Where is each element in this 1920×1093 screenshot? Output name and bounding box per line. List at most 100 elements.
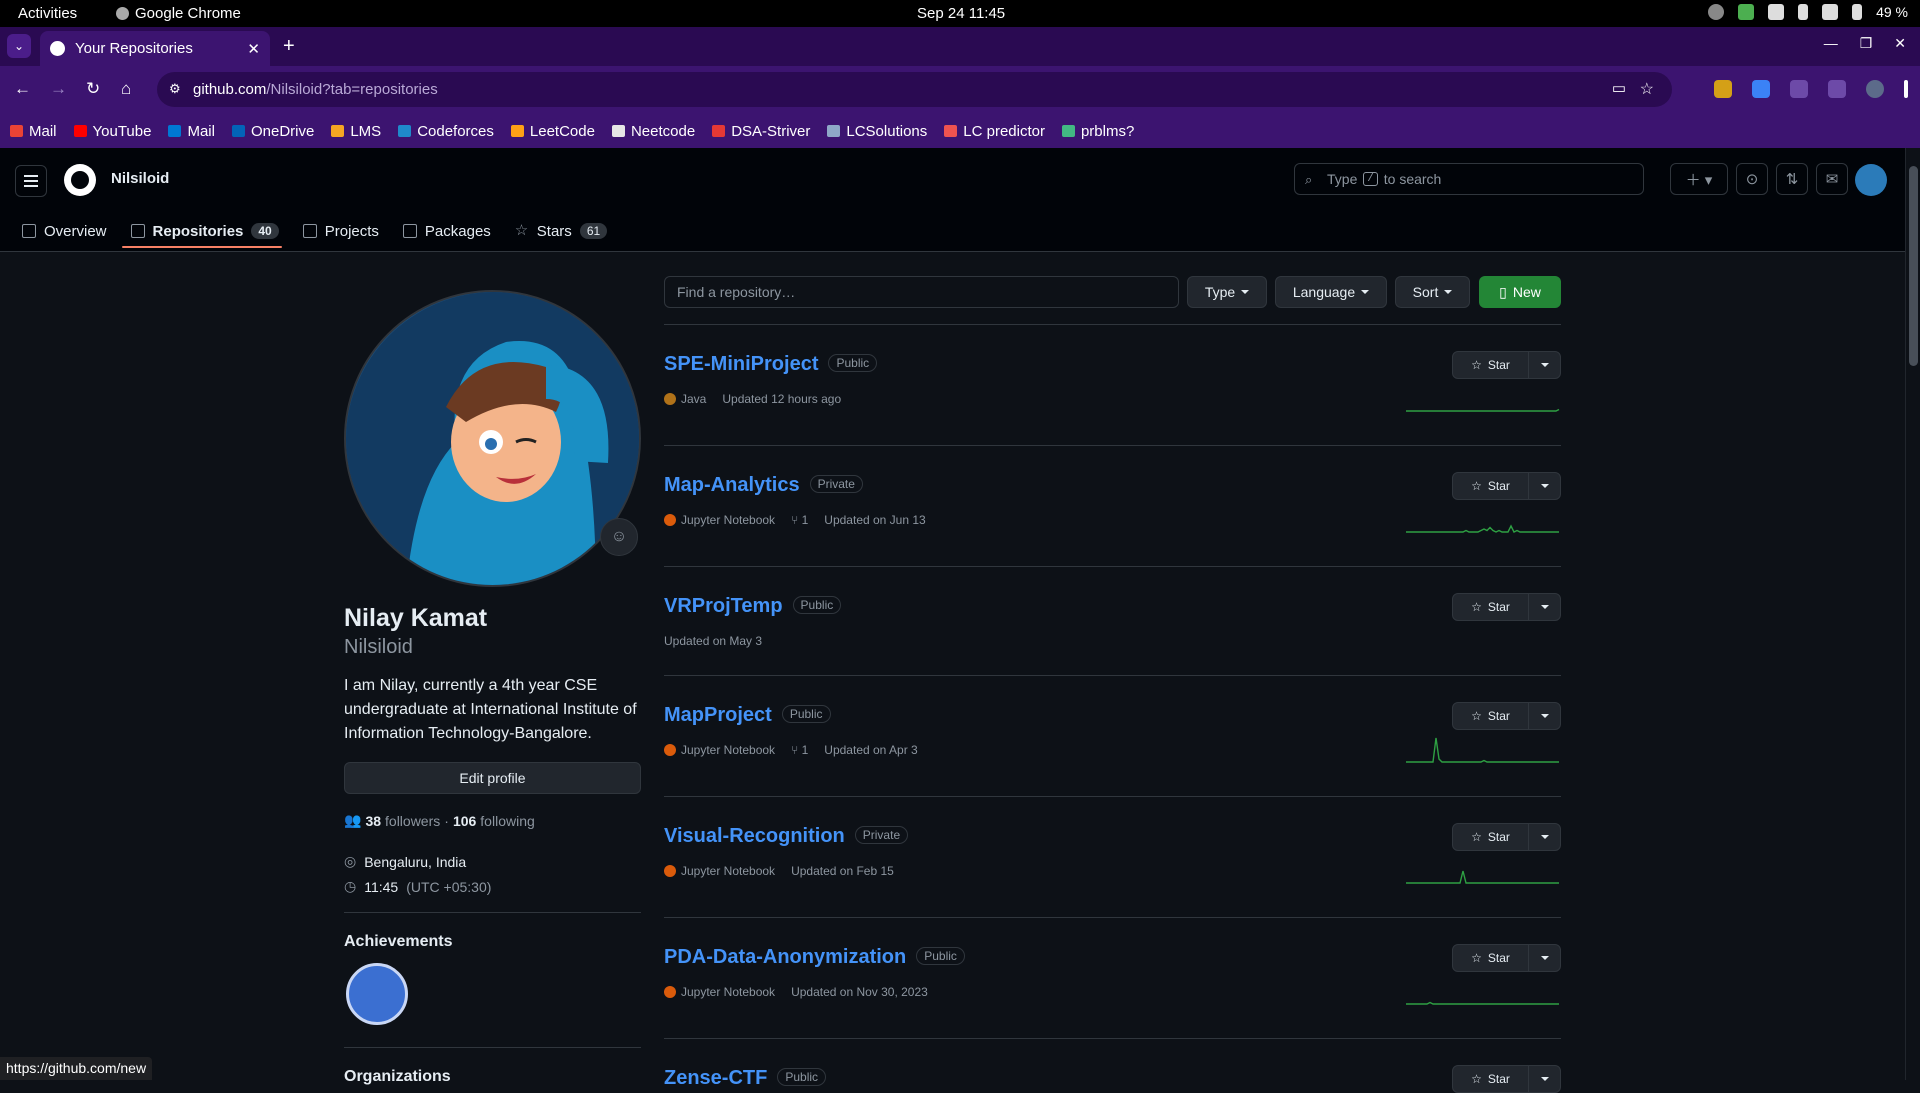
star-button[interactable]: ☆ Star [1453, 1066, 1529, 1092]
tab-search-button[interactable]: ⌄ [7, 34, 31, 58]
find-repository-input[interactable]: Find a repository… [664, 276, 1179, 308]
star-list-dropdown[interactable] [1529, 824, 1560, 850]
new-tab-button[interactable]: + [283, 35, 295, 58]
star-button[interactable]: ☆ Star [1453, 594, 1529, 620]
bookmark-item[interactable]: LC predictor [944, 123, 1045, 140]
updated-time: Updated 12 hours ago [722, 392, 842, 406]
forward-icon[interactable]: → [50, 79, 67, 99]
star-list-dropdown[interactable] [1529, 945, 1560, 971]
repo-name-link[interactable]: Map-Analytics [664, 474, 800, 496]
issues-button[interactable]: ⊙ [1736, 163, 1768, 195]
scrollbar-thumb[interactable] [1909, 166, 1918, 366]
profile-avatar[interactable] [344, 290, 641, 587]
reload-icon[interactable]: ↻ [86, 79, 100, 99]
close-tab-icon[interactable]: ✕ [247, 40, 260, 58]
github-logo-icon[interactable] [64, 164, 96, 196]
tab-overview[interactable]: Overview [22, 218, 123, 244]
bookmark-item[interactable]: Neetcode [611, 123, 695, 140]
star-list-dropdown[interactable] [1529, 473, 1560, 499]
puzzle-icon[interactable] [1790, 80, 1808, 98]
bookmark-favicon-icon [73, 125, 87, 137]
followers-label[interactable]: followers [385, 813, 440, 829]
star-button[interactable]: ☆ Star [1453, 473, 1529, 499]
tab-projects[interactable]: Projects [302, 218, 395, 244]
extension-icon[interactable] [1752, 80, 1770, 98]
minimize-icon[interactable]: — [1824, 35, 1838, 52]
repo-name-link[interactable]: VRProjTemp [664, 595, 783, 617]
create-new-button[interactable]: ＋ ▾ [1670, 163, 1728, 195]
achievement-badge[interactable] [346, 963, 408, 1025]
back-icon[interactable]: ← [14, 79, 31, 99]
star-list-dropdown[interactable] [1529, 352, 1560, 378]
sort-button[interactable]: Sort [1395, 276, 1470, 308]
active-app[interactable]: Google Chrome [116, 5, 241, 22]
install-app-icon[interactable]: ▭ [1612, 79, 1626, 97]
bookmark-favicon-icon [10, 125, 23, 137]
language-filter-button[interactable]: Language [1275, 276, 1387, 308]
forks-link[interactable]: ⑂ 1 [791, 743, 808, 757]
tab-repositories[interactable]: Repositories 40 [130, 218, 295, 244]
repo-meta: Jupyter Notebook ⑂ 1 Updated on Jun 13 [664, 513, 926, 527]
extension-icon[interactable] [1714, 80, 1732, 98]
star-button[interactable]: ☆ Star [1453, 352, 1529, 378]
star-button[interactable]: ☆ Star [1453, 945, 1529, 971]
download-icon[interactable] [1828, 80, 1846, 98]
star-list-dropdown[interactable] [1529, 594, 1560, 620]
activities-button[interactable]: Activities [18, 5, 77, 22]
followers-count[interactable]: 38 [365, 813, 381, 829]
tab-packages[interactable]: Packages [402, 218, 507, 244]
kebab-menu-icon[interactable] [1904, 80, 1908, 98]
bookmark-star-icon[interactable]: ☆ [1640, 79, 1654, 99]
following-count[interactable]: 106 [453, 813, 476, 829]
bookmark-item[interactable]: YouTube [73, 123, 151, 140]
bookmark-item[interactable]: LCSolutions [827, 123, 927, 140]
bookmark-item[interactable]: LeetCode [510, 123, 595, 140]
page-scrollbar[interactable] [1905, 148, 1920, 1080]
tab-stars[interactable]: ☆ Stars 61 [515, 218, 623, 244]
edit-profile-button[interactable]: Edit profile [344, 762, 641, 794]
pull-requests-button[interactable]: ⇅ [1776, 163, 1808, 195]
home-icon[interactable]: ⌂ [121, 79, 131, 99]
repo-name-link[interactable]: Visual-Recognition [664, 825, 845, 847]
bookmark-item[interactable]: prblms? [1061, 123, 1134, 140]
close-window-icon[interactable]: ✕ [1894, 35, 1906, 52]
new-repository-button[interactable]: ▯ New [1479, 276, 1561, 308]
search-input[interactable]: ⌕ Type / to search [1294, 163, 1644, 195]
clock[interactable]: Sep 24 11:45 [917, 5, 1005, 22]
notifications-button[interactable]: ✉ [1816, 163, 1848, 195]
star-button[interactable]: ☆ Star [1453, 824, 1529, 850]
sort-label: Sort [1412, 284, 1439, 300]
achievements-heading[interactable]: Achievements [344, 933, 453, 951]
following-label[interactable]: following [480, 813, 534, 829]
star-list-dropdown[interactable] [1529, 703, 1560, 729]
repo-name-link[interactable]: PDA-Data-Anonymization [664, 946, 906, 968]
browser-tab[interactable]: Your Repositories ✕ [40, 31, 270, 66]
bookmark-item[interactable]: OneDrive [231, 123, 314, 140]
activity-sparkline [1406, 1001, 1559, 1005]
address-bar[interactable]: ⚙ github.com/Nilsiloid?tab=repositories … [157, 72, 1672, 107]
site-info-icon[interactable]: ⚙ [169, 81, 181, 97]
bookmark-item[interactable]: LMS [331, 123, 381, 140]
star-button[interactable]: ☆ Star [1453, 703, 1529, 729]
repo-name-link[interactable]: SPE-MiniProject [664, 353, 818, 375]
bookmark-label: DSA-Striver [731, 122, 811, 140]
restore-icon[interactable]: ❐ [1860, 35, 1873, 52]
set-status-button[interactable]: ☺ [600, 518, 638, 556]
type-filter-button[interactable]: Type [1187, 276, 1267, 308]
fork-count: 1 [801, 513, 809, 527]
menu-button[interactable] [15, 165, 47, 197]
context-username[interactable]: Nilsiloid [111, 170, 169, 187]
divider [664, 566, 1561, 567]
repo-name-link[interactable]: Zense-CTF [664, 1067, 767, 1089]
bookmark-item[interactable]: DSA-Striver [712, 123, 810, 140]
profile-avatar-icon[interactable] [1866, 80, 1884, 98]
bookmark-item[interactable]: Codeforces [398, 123, 494, 140]
star-list-dropdown[interactable] [1529, 1066, 1560, 1092]
star-label: Star [1487, 600, 1510, 614]
user-avatar[interactable] [1855, 164, 1887, 196]
repo-name-link[interactable]: MapProject [664, 704, 772, 726]
bookmark-item[interactable]: Mail [10, 123, 57, 140]
forks-link[interactable]: ⑂ 1 [791, 513, 808, 527]
bookmark-item[interactable]: Mail [168, 123, 215, 140]
system-tray[interactable]: 49 % [1708, 4, 1908, 20]
